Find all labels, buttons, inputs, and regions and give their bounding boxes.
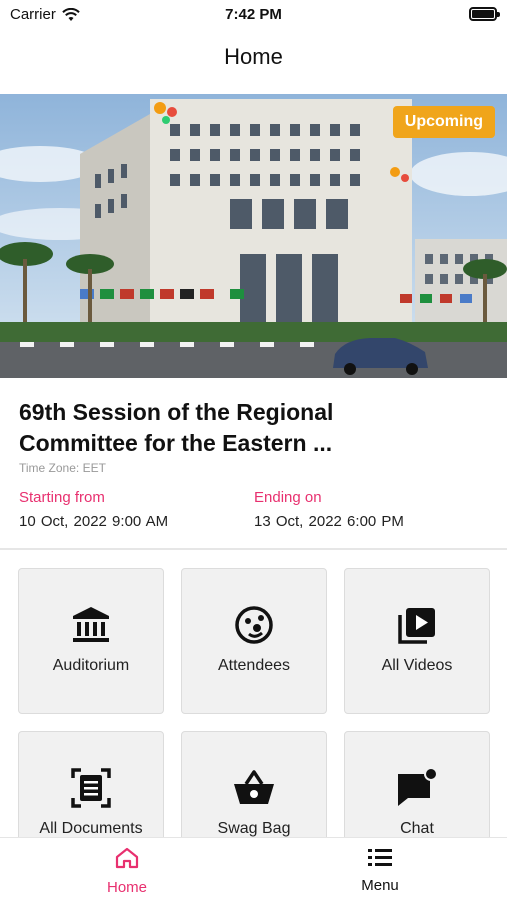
- document-scan-icon: [71, 768, 111, 808]
- event-title[interactable]: 69th Session of the Regional Committee f…: [19, 397, 489, 459]
- page-title: Home: [224, 44, 283, 69]
- video-library-icon: [398, 608, 435, 644]
- tile-all-videos[interactable]: All Videos: [344, 568, 490, 714]
- tab-home-label: Home: [106, 879, 147, 896]
- tile-attendees[interactable]: Attendees: [181, 568, 327, 714]
- end-datetime: 13 Oct, 2022 6:00 PM: [254, 513, 404, 530]
- start-datetime: 10 Oct, 2022 9:00 AM: [19, 513, 169, 530]
- chat-bubble-icon: [398, 768, 438, 806]
- bank-icon: [73, 607, 109, 642]
- upcoming-badge: Upcoming: [392, 106, 495, 138]
- event-timezone: Time Zone: EET: [19, 461, 106, 475]
- tile-label: All Videos: [381, 657, 453, 674]
- tile-chat[interactable]: Chat: [344, 731, 490, 838]
- feature-grid: Auditorium Attendees All Videos All Docu…: [18, 568, 490, 838]
- tile-all-documents[interactable]: All Documents: [18, 731, 164, 838]
- tab-menu[interactable]: Menu: [320, 846, 440, 894]
- tile-label: Swag Bag: [217, 820, 291, 837]
- tile-swag-bag[interactable]: Swag Bag: [181, 731, 327, 838]
- event-title-line-2: Committee for the Eastern ...: [19, 430, 333, 456]
- tile-label: All Documents: [39, 820, 143, 837]
- status-bar: Carrier 7:42 PM: [0, 0, 507, 30]
- home-icon: [115, 847, 139, 869]
- tile-label: Attendees: [217, 657, 291, 674]
- end-label: Ending on: [254, 489, 322, 506]
- tile-label: Auditorium: [52, 657, 130, 674]
- status-time: 7:42 PM: [225, 6, 282, 23]
- battery-icon: [469, 7, 500, 21]
- start-label: Starting from: [19, 489, 105, 506]
- list-icon: [368, 849, 392, 866]
- tab-home[interactable]: Home: [67, 846, 187, 896]
- event-title-line-1: 69th Session of the Regional: [19, 399, 334, 425]
- tile-label: Chat: [400, 820, 434, 837]
- tile-auditorium[interactable]: Auditorium: [18, 568, 164, 714]
- section-divider: [0, 548, 507, 550]
- attendees-face-icon: [235, 606, 273, 644]
- tab-menu-label: Menu: [361, 877, 399, 894]
- basket-icon: [234, 770, 274, 804]
- tab-bar: Home Menu: [0, 837, 507, 900]
